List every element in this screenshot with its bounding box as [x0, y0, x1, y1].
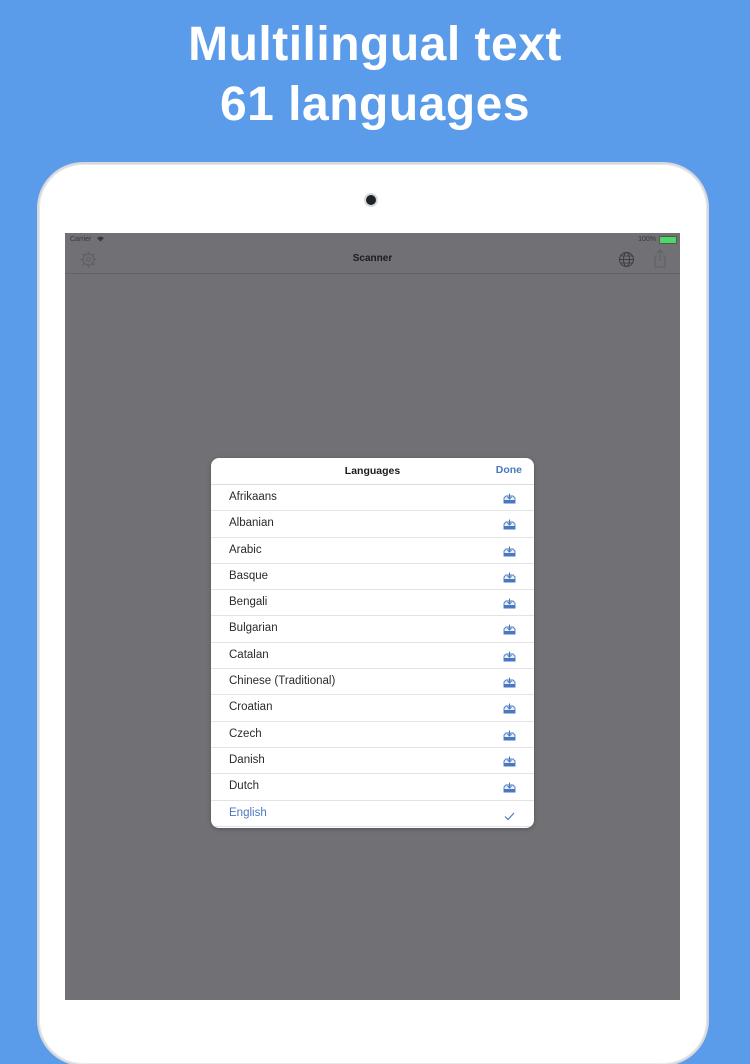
download-icon[interactable]: [503, 701, 516, 719]
language-row[interactable]: Czech: [211, 722, 534, 748]
globe-icon[interactable]: [618, 251, 635, 268]
language-label: Croatian: [229, 701, 273, 714]
language-label: Danish: [229, 753, 265, 766]
wifi-icon: [97, 236, 104, 242]
language-label: Czech: [229, 727, 262, 740]
language-label: Albanian: [229, 517, 274, 530]
download-icon[interactable]: [503, 728, 516, 746]
language-row[interactable]: English: [211, 801, 534, 827]
download-icon[interactable]: [503, 570, 516, 588]
navigation-bar: Scanner: [65, 247, 680, 274]
language-row[interactable]: Arabic: [211, 538, 534, 564]
promo-headline-line1: Multilingual text: [188, 18, 562, 71]
language-label: Chinese (Traditional): [229, 675, 336, 688]
popover-header: Languages Done: [211, 458, 534, 485]
language-label: Catalan: [229, 648, 269, 661]
nav-title: Scanner: [352, 253, 393, 264]
languages-popover: Languages Done Afrikaans Albanian Arabic Ba…: [211, 458, 534, 828]
language-row[interactable]: Catalan: [211, 643, 534, 670]
language-label: Afrikaans: [229, 491, 277, 503]
language-label: Arabic: [229, 543, 262, 556]
battery-percent: 100%: [638, 236, 656, 243]
status-bar: Carrier 100%: [65, 233, 680, 247]
download-icon[interactable]: [503, 596, 516, 614]
download-icon[interactable]: [503, 675, 516, 693]
promo-headline-line2: 61 languages: [219, 78, 531, 131]
download-icon[interactable]: [503, 491, 516, 509]
language-row[interactable]: Afrikaans: [211, 485, 534, 512]
language-label: Dutch: [229, 780, 260, 793]
download-icon[interactable]: [503, 517, 516, 535]
language-row[interactable]: Dutch: [211, 774, 534, 801]
download-icon[interactable]: [503, 622, 516, 640]
language-row[interactable]: Albanian: [211, 511, 534, 538]
download-icon[interactable]: [503, 754, 516, 772]
language-label: English: [229, 806, 267, 819]
language-row[interactable]: Chinese (Traditional): [211, 669, 534, 696]
carrier-label: Carrier: [70, 236, 92, 243]
popover-title: Languages: [344, 465, 401, 477]
battery-icon: [659, 236, 677, 244]
share-icon[interactable]: [653, 249, 667, 268]
language-label: Bengali: [229, 596, 268, 609]
language-row[interactable]: Bulgarian: [211, 616, 534, 643]
language-row[interactable]: Bengali: [211, 590, 534, 617]
download-icon[interactable]: [503, 544, 516, 562]
camera-icon: [366, 195, 376, 205]
download-icon[interactable]: [503, 649, 516, 667]
checkmark-icon: [504, 808, 515, 826]
language-label: Bulgarian: [229, 622, 278, 635]
language-row[interactable]: Basque: [211, 564, 534, 591]
language-row[interactable]: Danish: [211, 748, 534, 775]
language-row[interactable]: Croatian: [211, 695, 534, 722]
download-icon[interactable]: [503, 780, 516, 798]
done-button[interactable]: Done: [496, 464, 522, 476]
language-label: Basque: [229, 569, 269, 582]
language-list: Afrikaans Albanian Arabic Basque Bengali Bulg…: [211, 485, 534, 827]
